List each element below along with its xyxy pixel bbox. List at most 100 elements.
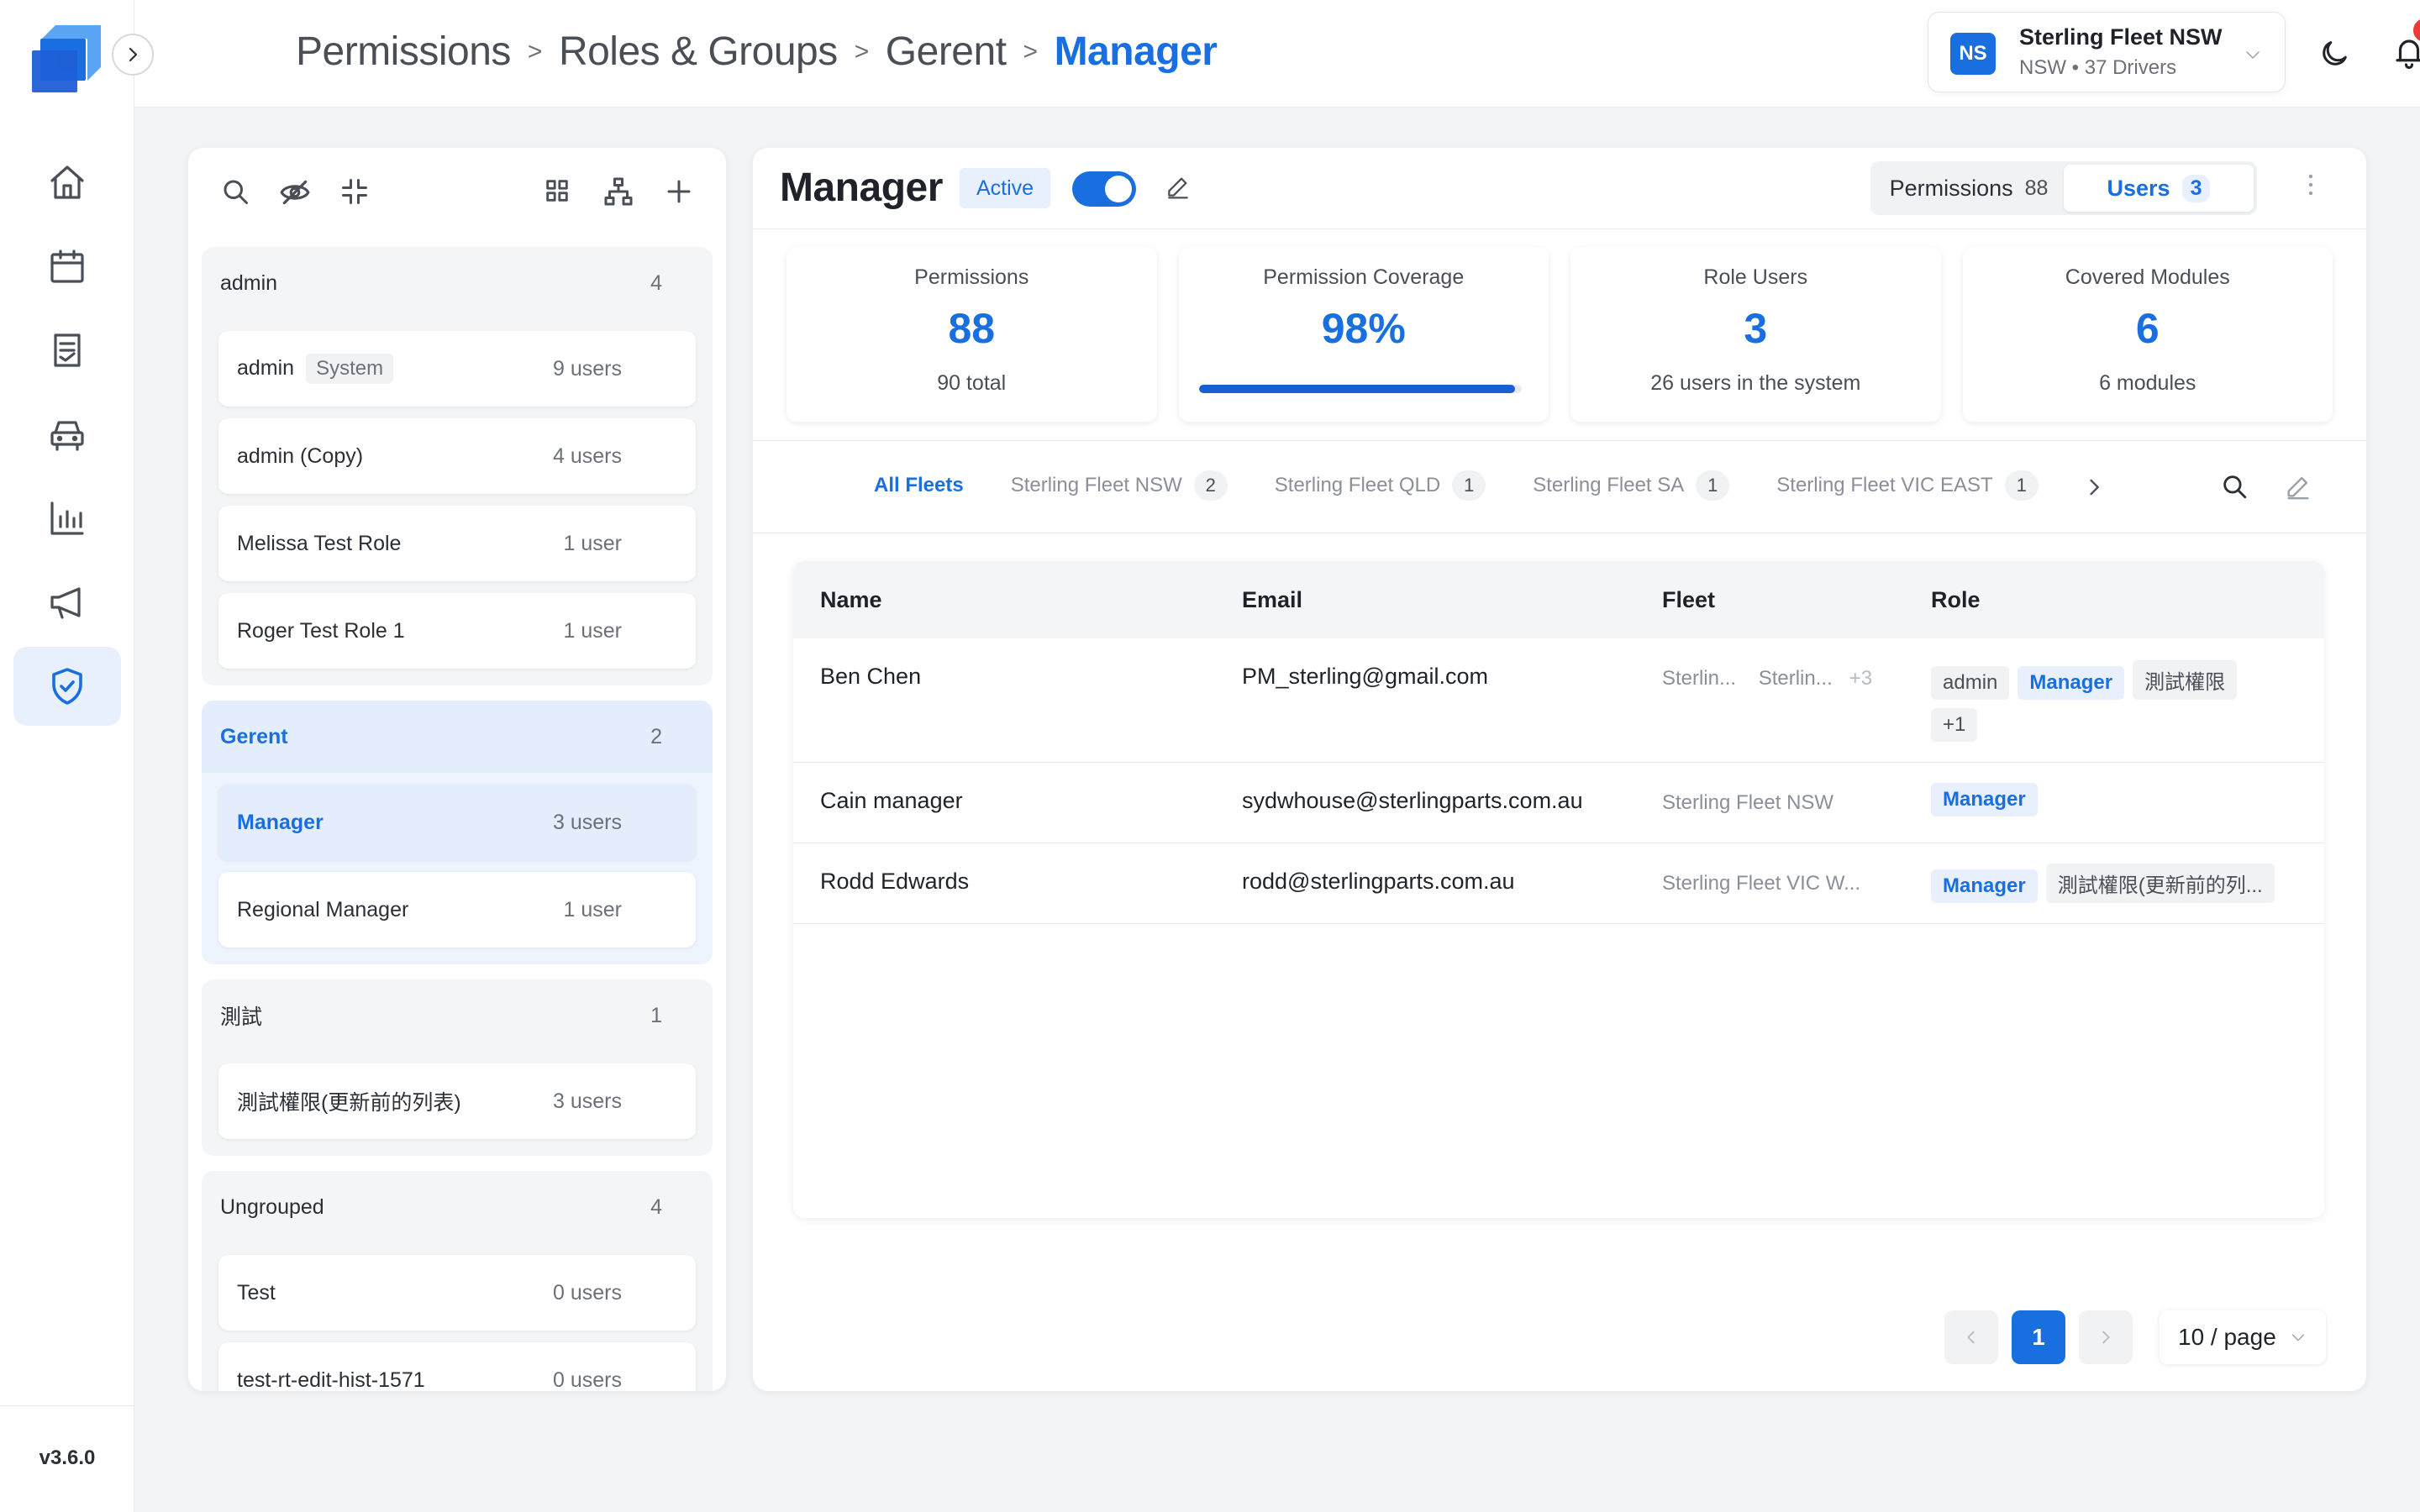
edit-users-button[interactable] <box>2284 472 2312 501</box>
group-header[interactable]: 測試 1 <box>202 979 713 1052</box>
breadcrumb-roles-groups[interactable]: Roles & Groups <box>559 29 838 75</box>
fleet-tab-label: All Fleets <box>874 474 964 496</box>
role-item-test-rt-edit-hist[interactable]: test-rt-edit-hist-1571 0 users <box>218 1342 696 1391</box>
fleet-name: Sterling Fleet VIC W... <box>1662 872 1861 895</box>
fleet-switcher[interactable]: NS Sterling Fleet NSW NSW • 37 Drivers <box>1928 12 2286 92</box>
dark-mode-toggle[interactable] <box>2317 37 2351 71</box>
fleet-name: Sterling Fleet NSW <box>2019 24 2223 50</box>
role-item-roger-test-role-1[interactable]: Roger Test Role 1 1 user <box>218 593 696 669</box>
table-header: Name Email Fleet Role <box>793 561 2324 638</box>
role-name: Manager <box>237 810 324 834</box>
table-row[interactable]: Cain manager sydwhouse@sterlingparts.com… <box>793 763 2324 843</box>
breadcrumb: Permissions > Roles & Groups > Gerent > … <box>296 29 1218 75</box>
more-options-button[interactable] <box>2307 173 2314 197</box>
chevron-right-icon <box>2102 1331 2110 1344</box>
fleet-tab-qld[interactable]: Sterling Fleet QLD 1 <box>1275 470 1486 501</box>
toggle-hidden-button[interactable] <box>279 176 311 208</box>
role-label: admin System <box>237 354 394 384</box>
column-header-name[interactable]: Name <box>820 587 882 613</box>
tree-view-button[interactable] <box>603 176 634 207</box>
role-name: Roger Test Role 1 <box>237 618 405 643</box>
stat-value: 6 <box>2135 305 2160 352</box>
page-number-button[interactable]: 1 <box>2012 1310 2065 1364</box>
fleet-tab-all[interactable]: All Fleets <box>874 474 964 497</box>
breadcrumb-gerent[interactable]: Gerent <box>886 29 1007 75</box>
prev-page-button[interactable] <box>1944 1310 1998 1364</box>
breadcrumb-separator: > <box>854 37 870 66</box>
divider <box>753 228 2366 229</box>
fleet-tab-vic-east[interactable]: Sterling Fleet VIC EAST 1 <box>1776 470 2039 501</box>
role-tag: 測試權限 <box>2133 660 2238 700</box>
sidebar-collapse-button[interactable] <box>112 34 154 76</box>
breadcrumb-permissions[interactable]: Permissions <box>296 29 511 75</box>
edit-role-button[interactable] <box>1165 173 1192 200</box>
role-item-test-permission[interactable]: 測試權限(更新前的列表) 3 users <box>218 1063 696 1139</box>
table-row[interactable]: Ben Chen PM_sterling@gmail.com Sterlin..… <box>793 638 2324 763</box>
system-tag: System <box>306 354 394 384</box>
megaphone-icon <box>50 587 81 619</box>
chevron-right-icon <box>2090 479 2099 496</box>
column-header-email[interactable]: Email <box>1242 587 1302 613</box>
group-header[interactable]: admin 4 <box>202 247 713 319</box>
role-item-manager[interactable]: Manager 3 users <box>218 785 696 860</box>
stat-role-users: Role Users 3 26 users in the system <box>1570 247 1941 422</box>
group-header[interactable]: Gerent 2 <box>202 701 713 773</box>
column-header-role[interactable]: Role <box>1931 587 1981 613</box>
role-name: test-rt-edit-hist-1571 <box>237 1368 425 1392</box>
sidebar-item-announcements[interactable] <box>13 563 121 642</box>
pencil-icon <box>1168 177 1188 199</box>
sidebar-item-permissions[interactable] <box>13 647 121 726</box>
tab-users[interactable]: Users 3 <box>2064 165 2254 212</box>
sidebar-item-reports[interactable] <box>13 311 121 390</box>
group-header[interactable]: Ungrouped 4 <box>202 1171 713 1243</box>
page-size-select[interactable]: 10 / page <box>2160 1310 2326 1364</box>
document-icon <box>54 333 81 367</box>
stat-covered-modules: Covered Modules 6 6 modules <box>1962 247 2333 422</box>
eye-off-icon <box>280 180 310 205</box>
plus-icon <box>667 180 691 203</box>
stat-value: 88 <box>948 305 996 352</box>
role-item-melissa-test-role[interactable]: Melissa Test Role 1 user <box>218 506 696 581</box>
add-role-button[interactable] <box>664 176 694 207</box>
role-tag: Manager <box>1931 783 2038 816</box>
role-item-admin[interactable]: admin System 9 users <box>218 331 696 407</box>
next-page-button[interactable] <box>2079 1310 2133 1364</box>
grid-view-button[interactable] <box>543 176 571 205</box>
sidebar-item-home[interactable] <box>13 143 121 222</box>
fleet-badge: NS <box>1950 33 1996 75</box>
search-users-button[interactable] <box>2220 472 2249 501</box>
collapse-all-button[interactable] <box>339 176 370 207</box>
collapse-icon <box>342 179 367 204</box>
role-name: Regional Manager <box>237 897 409 921</box>
stat-value: 3 <box>1744 305 1768 352</box>
app-logo[interactable] <box>30 22 104 94</box>
column-header-fleet[interactable]: Fleet <box>1662 587 1715 613</box>
fleet-tab-label: Sterling Fleet NSW <box>1010 474 1182 496</box>
role-tag: 測試權限(更新前的列... <box>2045 864 2275 903</box>
sidebar-item-vehicles[interactable] <box>13 395 121 474</box>
role-group-test-cn: 測試 1 測試權限(更新前的列表) 3 users <box>202 979 713 1156</box>
tab-label: Users <box>2107 175 2170 201</box>
fleet-tab-sa[interactable]: Sterling Fleet SA 1 <box>1533 470 1730 501</box>
user-name: Ben Chen <box>820 664 922 689</box>
fleet-tab-label: Sterling Fleet SA <box>1533 474 1685 496</box>
sidebar-item-analytics[interactable] <box>13 479 121 558</box>
role-enabled-toggle[interactable] <box>1072 171 1136 207</box>
role-item-admin-copy[interactable]: admin (Copy) 4 users <box>218 418 696 494</box>
breadcrumb-separator: > <box>527 37 543 66</box>
sidebar-nav <box>0 143 134 731</box>
tab-permissions[interactable]: Permissions 88 <box>1874 165 2064 212</box>
pencil-icon <box>2287 476 2309 500</box>
fleet-tab-nsw[interactable]: Sterling Fleet NSW 2 <box>1011 470 1228 501</box>
role-item-regional-manager[interactable]: Regional Manager 1 user <box>218 872 696 948</box>
table-row[interactable]: Rodd Edwards rodd@sterlingparts.com.au S… <box>793 843 2324 924</box>
search-icon <box>224 180 248 204</box>
car-icon <box>50 421 84 451</box>
search-roles-button[interactable] <box>220 176 250 207</box>
role-item-test[interactable]: Test 0 users <box>218 1255 696 1331</box>
stat-subtext: 26 users in the system <box>1650 371 1861 395</box>
role-name: Test <box>237 1280 276 1305</box>
stat-subtext: 90 total <box>937 371 1007 395</box>
sidebar-item-calendar[interactable] <box>13 227 121 306</box>
fleet-tabs-next-button[interactable] <box>2082 475 2106 499</box>
